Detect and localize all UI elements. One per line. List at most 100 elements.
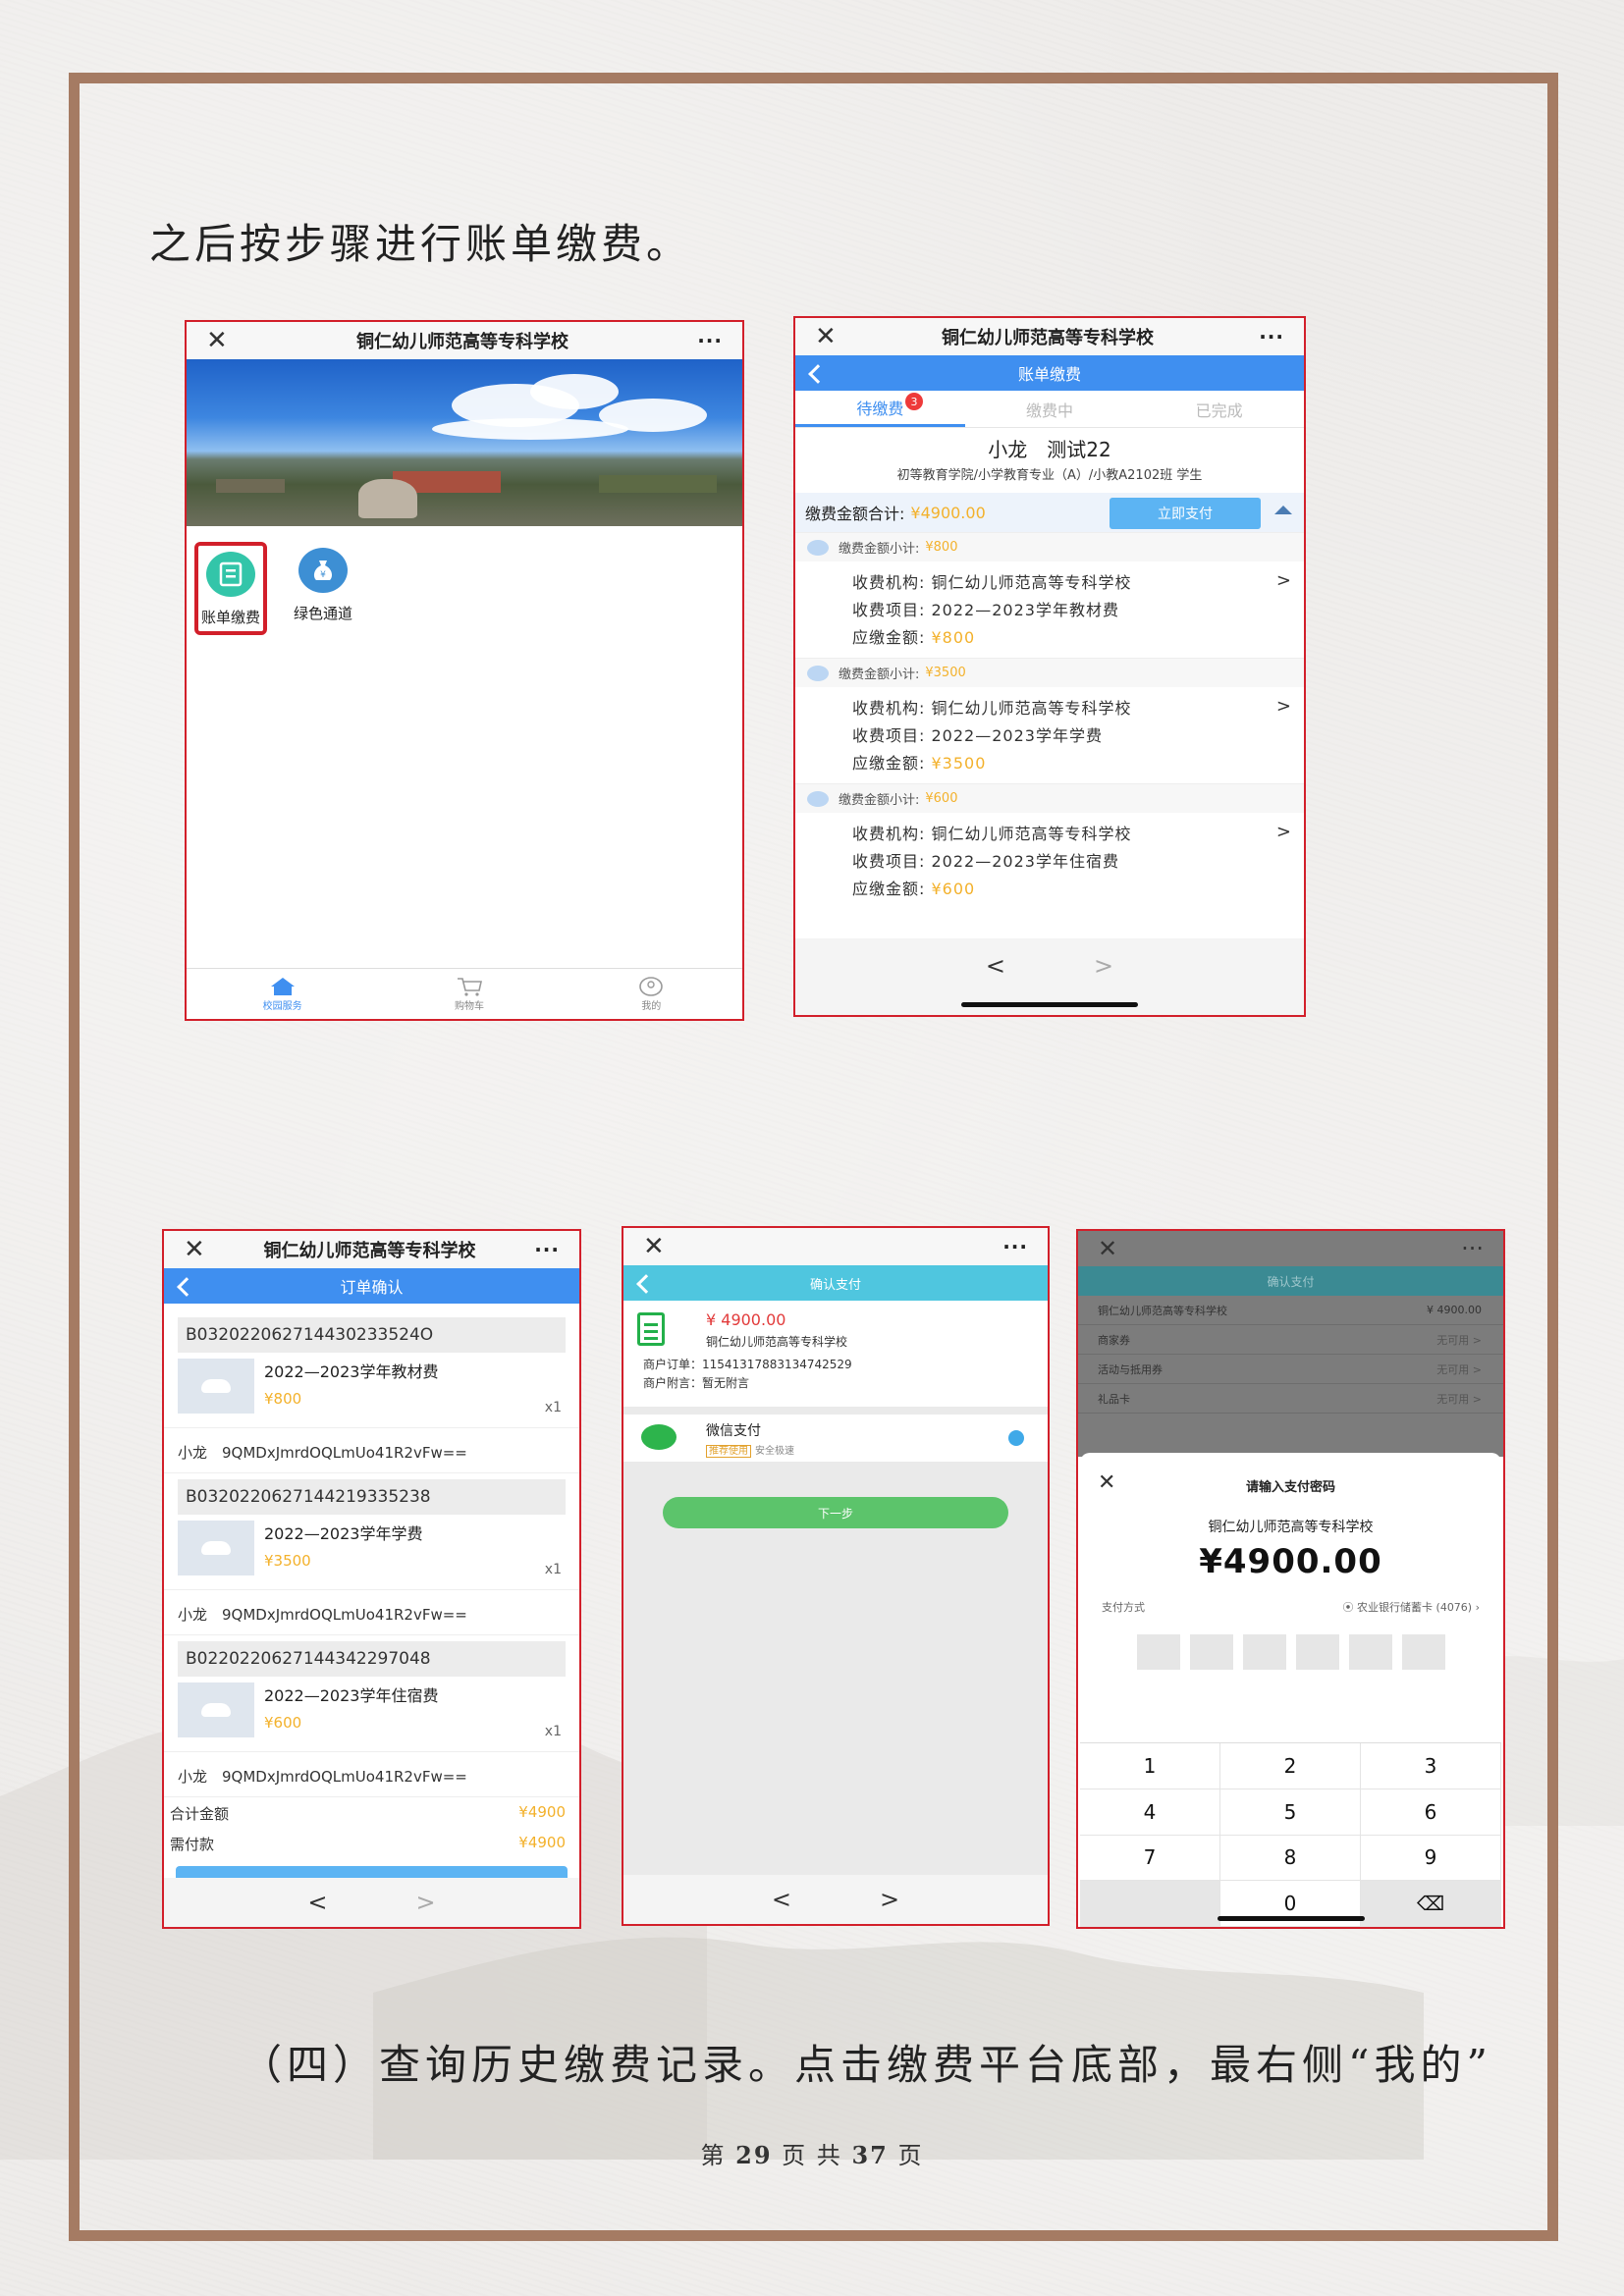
back-icon[interactable] <box>174 1268 195 1304</box>
home-icon <box>270 978 295 995</box>
tab-in-progress[interactable]: 缴费中 <box>965 391 1135 427</box>
nav-back[interactable]: < <box>772 1886 791 1913</box>
close-icon[interactable]: ✕ <box>643 1232 665 1261</box>
backspace-icon[interactable]: ⌫ <box>1361 1881 1501 1927</box>
close-icon[interactable]: ✕ <box>184 1235 205 1264</box>
intro-text: 之后按步骤进行账单缴费。 <box>149 220 692 268</box>
password-sheet: ✕ 请输入支付密码 铜仁幼儿师范高等专科学校 ¥4900.00 支付方式 ⦿ 农业… <box>1080 1453 1501 1927</box>
bill-card[interactable]: 收费机构: 铜仁幼儿师范高等专科学校 收费项目: 2022—2023学年住宿费 … <box>795 813 1304 909</box>
green-channel-app[interactable]: ¥ 绿色通道 <box>287 542 359 635</box>
key-8[interactable]: 8 <box>1220 1835 1361 1882</box>
nav-back[interactable]: < <box>307 1889 327 1916</box>
key-3[interactable]: 3 <box>1361 1743 1501 1789</box>
campus-banner-image <box>187 359 742 526</box>
student-class: 初等教育学院/小学教育专业（A）/小教A2102班 学生 <box>896 468 1203 483</box>
key-6[interactable]: 6 <box>1361 1789 1501 1836</box>
collapse-icon[interactable] <box>1274 506 1292 514</box>
order-summary: ¥ 4900.00 铜仁幼儿师范高等专科学校 商户订单：115413178831… <box>623 1301 1048 1407</box>
back-icon[interactable] <box>633 1265 655 1301</box>
page-header: 订单确认 <box>164 1268 579 1304</box>
screenshot-confirm-payment: ✕ ··· 确认支付 ¥ 4900.00 铜仁幼儿师范高等专科学校 商户订单：1… <box>622 1226 1050 1926</box>
bill-subtotal[interactable]: 缴费金额小计: ¥800 <box>795 532 1304 561</box>
nav-forward[interactable]: > <box>416 1889 436 1916</box>
cart-icon <box>457 978 482 996</box>
bill-card[interactable]: 收费机构: 铜仁幼儿师范高等专科学校 收费项目: 2022—2023学年学费 应… <box>795 687 1304 783</box>
key-1[interactable]: 1 <box>1080 1743 1220 1789</box>
key-9[interactable]: 9 <box>1361 1835 1501 1882</box>
close-icon[interactable]: ✕ <box>815 322 837 351</box>
key-4[interactable]: 4 <box>1080 1789 1220 1836</box>
key-2[interactable]: 2 <box>1220 1743 1361 1789</box>
more-icon: ··· <box>1461 1235 1484 1262</box>
more-icon[interactable]: ··· <box>697 329 723 352</box>
tab-campus-service[interactable]: 校园服务 <box>263 976 302 1012</box>
payment-method-row[interactable]: 支付方式 ⦿ 农业银行储蓄卡 (4076) › <box>1080 1599 1501 1615</box>
key-7[interactable]: 7 <box>1080 1835 1220 1882</box>
merchant-order: 商户订单：11541317883134742529 <box>643 1358 852 1371</box>
wechat-title: 铜仁幼儿师范高等专科学校 <box>942 328 1154 348</box>
image-placeholder-icon <box>178 1359 254 1414</box>
back-icon[interactable] <box>805 355 827 391</box>
user-icon <box>639 977 664 996</box>
image-placeholder-icon <box>178 1521 254 1575</box>
bottom-tab-bar: 校园服务 购物车 我的 <box>187 968 742 1019</box>
nav-back[interactable]: < <box>986 952 1005 980</box>
merchant-note: 商户附言：暂无附言 <box>643 1376 750 1390</box>
student-info: 小龙 测试22 初等教育学院/小学教育专业（A）/小教A2102班 学生 <box>795 428 1304 483</box>
nav-forward[interactable]: > <box>1094 952 1113 980</box>
checkbox-icon <box>807 539 829 556</box>
app-grid: 账单缴费 ¥ 绿色通道 <box>187 526 742 635</box>
screenshot-order-confirm: ✕ 铜仁幼儿师范高等专科学校 ··· 订单确认 B032022062714430… <box>162 1229 581 1929</box>
bill-status-tabs: 待缴费 3 缴费中 已完成 <box>795 391 1304 428</box>
payer-line: 小龙 9QMDxJmrdOQLmUo41R2vFw== <box>164 1589 579 1635</box>
key-5[interactable]: 5 <box>1220 1789 1361 1836</box>
tab-cart[interactable]: 购物车 <box>455 976 484 1012</box>
order-item: 2022—2023学年学费 ¥3500 x1 <box>178 1521 566 1583</box>
checkbox-icon <box>807 665 829 681</box>
more-icon[interactable]: ··· <box>1259 325 1284 348</box>
close-icon[interactable]: ✕ <box>206 326 228 355</box>
tab-completed[interactable]: 已完成 <box>1134 391 1304 427</box>
check-icon <box>1008 1430 1024 1446</box>
home-indicator <box>961 1002 1138 1007</box>
tab-pending[interactable]: 待缴费 3 <box>795 391 965 427</box>
money-bag-icon: ¥ <box>298 548 348 593</box>
nav-forward[interactable]: > <box>880 1886 899 1913</box>
more-icon[interactable]: ··· <box>534 1238 560 1261</box>
close-icon: ✕ <box>1098 1235 1118 1262</box>
page-header: 账单缴费 <box>795 355 1304 391</box>
merchant-name: 铜仁幼儿师范高等专科学校 <box>1208 1520 1374 1535</box>
svg-text:¥: ¥ <box>320 570 326 580</box>
wechat-title-bar: ✕ 铜仁幼儿师范高等专科学校 ··· <box>164 1231 579 1268</box>
wechat-title: 铜仁幼儿师范高等专科学校 <box>263 1241 476 1261</box>
total-row: 缴费金额合计: ¥4900.00 立即支付 <box>795 493 1304 532</box>
bill-subtotal[interactable]: 缴费金额小计: ¥3500 <box>795 658 1304 687</box>
order-item: 2022—2023学年教材费 ¥800 x1 <box>178 1359 566 1421</box>
payer-line: 小龙 9QMDxJmrdOQLmUo41R2vFw== <box>164 1427 579 1473</box>
image-placeholder-icon <box>178 1682 254 1737</box>
wechat-pay-icon <box>641 1424 677 1450</box>
bill-icon <box>206 552 255 597</box>
bill-subtotal[interactable]: 缴费金额小计: ¥600 <box>795 783 1304 813</box>
app-label: 绿色通道 <box>293 605 352 622</box>
screenshot-home: ✕ 铜仁幼儿师范高等专科学校 ··· 账单缴费 ¥ 绿色通道 校园服务 购物车 … <box>185 320 744 1021</box>
merchant-name: 铜仁幼儿师范高等专科学校 <box>706 1335 848 1349</box>
pay-now-button[interactable]: 立即支付 <box>1110 498 1261 529</box>
more-icon[interactable]: ··· <box>1002 1235 1028 1258</box>
order-number: B032022062714430233524O <box>178 1317 566 1353</box>
wechat-pay-option[interactable]: 微信支付 推荐使用 安全极速 <box>623 1415 1048 1462</box>
next-step-button[interactable]: 下一步 <box>663 1497 1008 1528</box>
bill-payment-app[interactable]: 账单缴费 <box>194 542 267 635</box>
password-input[interactable] <box>1080 1634 1501 1670</box>
tab-mine[interactable]: 我的 <box>636 976 666 1012</box>
page-number: 第 29 页 共 37 页 <box>700 2141 924 2169</box>
wechat-title: 铜仁幼儿师范高等专科学校 <box>356 332 568 352</box>
total-amount: ¥4900.00 <box>910 503 986 522</box>
dimmed-background: ✕ ··· 确认支付 铜仁幼儿师范高等专科学校 ¥ 4900.00 商家券 无可用 >… <box>1078 1231 1503 1457</box>
pay-amount: ¥4900.00 <box>1199 1542 1382 1581</box>
numeric-keypad: 1 2 3 4 5 6 7 8 9 0 ⌫ <box>1080 1742 1501 1927</box>
close-icon[interactable]: ✕ <box>1098 1470 1115 1495</box>
bill-card[interactable]: 收费机构: 铜仁幼儿师范高等专科学校 收费项目: 2022—2023学年教材费 … <box>795 561 1304 658</box>
section-paragraph: （四）查询历史缴费记录。点击缴费平台底部，最右侧“我的” <box>241 2041 1492 2089</box>
chevron-right-icon: > <box>1275 570 1292 591</box>
